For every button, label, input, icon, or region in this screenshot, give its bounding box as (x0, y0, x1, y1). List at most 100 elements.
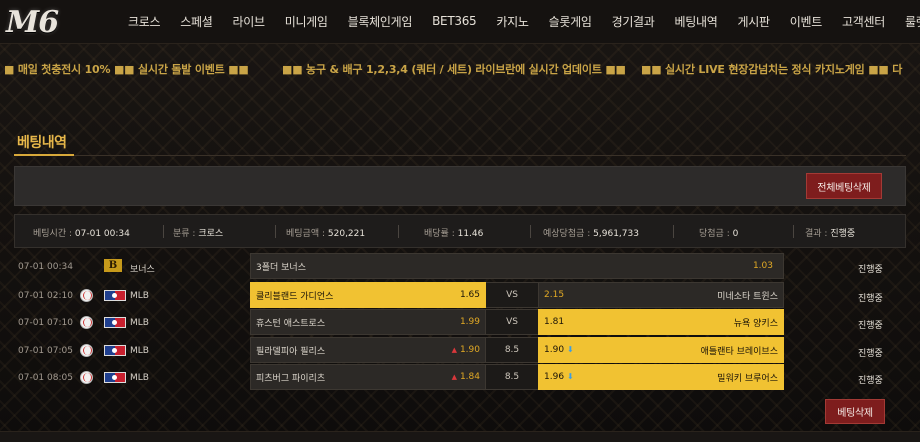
bonus-odds: 1.03 (752, 261, 773, 271)
action-panel (14, 166, 906, 206)
win-amount: 당첨금 : 0 (699, 229, 739, 239)
home-team-cell[interactable]: 클리블랜드 가디언스 1.65 (250, 282, 486, 308)
bet-time: 베팅시간 : 07-01 00:34 (33, 229, 130, 239)
nav-item-results[interactable]: 경기결과 (612, 13, 655, 30)
site-logo[interactable]: M6 (6, 4, 88, 40)
away-team-cell[interactable]: 1.96 ⬇ 밀워키 브루어스 (538, 364, 784, 390)
ticker-item: ■■ 실시간 LIVE 현장감넘치는 정식 카지노게임 ■■ 다 (641, 63, 903, 76)
away-team-cell[interactable]: 1.81 뉴욕 양키스 (538, 309, 784, 335)
home-team-cell[interactable]: 휴스턴 애스트로스 1.99 (250, 309, 486, 335)
nav-item-special[interactable]: 스페셜 (180, 13, 213, 30)
nav-item-casino[interactable]: 카지노 (496, 13, 529, 30)
away-team: 밀워키 브루어스 (717, 373, 778, 384)
table-row: 필라델피아 필리스 ▲ 1.90 8.5 1.90 ⬇ 애틀랜타 브레이브스 (250, 337, 784, 363)
handicap-cell: VS (486, 282, 538, 308)
row-status: 진행중 (858, 349, 883, 359)
baseball-icon (80, 316, 93, 329)
divider (530, 225, 531, 238)
divider (793, 225, 794, 238)
nav-item-slot[interactable]: 슬롯게임 (549, 13, 592, 30)
footer-bar (0, 431, 920, 442)
away-team-cell[interactable]: 1.90 ⬇ 애틀랜타 브레이브스 (538, 337, 784, 363)
row-status: 진행중 (858, 265, 883, 275)
title-divider (14, 155, 906, 156)
row-status: 진행중 (858, 321, 883, 331)
bet-rate: 배당률 : 11.46 (424, 229, 484, 239)
divider (398, 225, 399, 238)
home-team: 클리블랜드 가디언스 (256, 291, 334, 302)
row-date: 07-01 07:05 (18, 346, 73, 356)
home-team-cell[interactable]: 필라델피아 필리스 ▲ 1.90 (250, 337, 486, 363)
nav-item-blockchain[interactable]: 블록체인게임 (348, 13, 413, 30)
ticker-item: ■■ 농구 & 배구 1,2,3,4 (쿼터 / 세트) 라이브란에 실시간 업… (282, 63, 626, 76)
divider (163, 225, 164, 238)
delete-bet-button[interactable]: 베팅삭제 (825, 399, 885, 424)
page-title: 베팅내역 (17, 135, 67, 151)
row-date: 07-01 00:34 (18, 262, 73, 272)
away-team: 뉴욕 양키스 (733, 318, 778, 329)
row-status: 진행중 (858, 376, 883, 386)
row-league: MLB (130, 346, 149, 356)
announcement-ticker: ■ 매일 첫충전시 10% ■■ 실시간 돌발 이벤트 ■■ ■■ 농구 & 배… (0, 56, 920, 80)
bonus-row: 3폴더 보너스 1.03 (250, 253, 784, 279)
nav-item-live[interactable]: 라이브 (232, 13, 265, 30)
handicap-cell: 8.5 (486, 364, 538, 390)
table-row: 3폴더 보너스 1.03 (250, 253, 784, 279)
away-team-cell[interactable]: 2.15 미네소타 트윈스 (538, 282, 784, 308)
bonus-icon: B (104, 259, 122, 272)
ticker-item: ■ 매일 첫충전시 10% ■■ 실시간 돌발 이벤트 ■■ (4, 63, 249, 76)
away-odds: 1.96 (544, 372, 565, 382)
table-row: 피츠버그 파이리츠 ▲ 1.84 8.5 1.96 ⬇ 밀워키 브루어스 (250, 364, 784, 390)
mlb-logo-icon (104, 345, 126, 356)
home-team: 피츠버그 파이리츠 (256, 373, 326, 384)
away-team: 미네소타 트윈스 (717, 291, 778, 302)
row-status: 진행중 (858, 294, 883, 304)
odds-up-icon: ▲ (451, 346, 457, 354)
top-navigation-bar: M6 크로스 스페셜 라이브 미니게임 블록체인게임 BET365 카지노 슬롯… (0, 0, 920, 44)
row-league: MLB (130, 318, 149, 328)
mlb-logo-icon (104, 317, 126, 328)
away-team: 애틀랜타 브레이브스 (700, 346, 778, 357)
handicap-cell: 8.5 (486, 337, 538, 363)
away-odds: 1.90 (544, 345, 565, 355)
home-odds: 1.65 (459, 290, 480, 300)
bonus-label: 3폴더 보너스 (256, 262, 306, 273)
handicap-cell: VS (486, 309, 538, 335)
row-league: 보너스 (130, 265, 155, 275)
nav-item-event[interactable]: 이벤트 (790, 13, 823, 30)
home-team: 필라델피아 필리스 (256, 346, 326, 357)
home-team-cell[interactable]: 피츠버그 파이리츠 ▲ 1.84 (250, 364, 486, 390)
bet-amount: 베팅금액 : 520,221 (286, 229, 366, 239)
divider (275, 225, 276, 238)
odds-down-icon: ⬇ (567, 372, 574, 381)
baseball-icon (80, 371, 93, 384)
main-nav: 크로스 스페셜 라이브 미니게임 블록체인게임 BET365 카지노 슬롯게임 … (128, 0, 920, 42)
divider (673, 225, 674, 238)
nav-item-support[interactable]: 고객센터 (842, 13, 885, 30)
bet-result: 결과 : 진행중 (805, 229, 856, 239)
home-odds: 1.99 (459, 317, 480, 327)
row-league: MLB (130, 291, 149, 301)
row-league: MLB (130, 373, 149, 383)
nav-item-cross[interactable]: 크로스 (128, 13, 161, 30)
table-row: 휴스턴 애스트로스 1.99 VS 1.81 뉴욕 양키스 (250, 309, 784, 335)
delete-all-bets-button[interactable]: 전체베팅삭제 (806, 173, 882, 199)
odds-down-icon: ⬇ (567, 345, 574, 354)
row-date: 07-01 08:05 (18, 373, 73, 383)
nav-item-bet-history[interactable]: 베팅내역 (675, 13, 718, 30)
away-odds: 1.81 (544, 317, 565, 327)
nav-item-minigame[interactable]: 미니게임 (285, 13, 328, 30)
baseball-icon (80, 344, 93, 357)
bet-summary-row: 베팅시간 : 07-01 00:34 분류 : 크로스 베팅금액 : 520,2… (14, 214, 906, 248)
nav-item-roulette[interactable]: 룰렛 (905, 13, 920, 30)
nav-item-bet365[interactable]: BET365 (432, 14, 477, 28)
away-odds: 2.15 (544, 290, 565, 300)
row-date: 07-01 02:10 (18, 291, 73, 301)
nav-item-board[interactable]: 게시판 (738, 13, 771, 30)
home-team: 휴스턴 애스트로스 (256, 318, 326, 329)
mlb-logo-icon (104, 290, 126, 301)
odds-up-icon: ▲ (451, 373, 457, 381)
bet-type: 분류 : 크로스 (173, 229, 224, 239)
home-odds: 1.84 (459, 372, 480, 382)
baseball-icon (80, 289, 93, 302)
